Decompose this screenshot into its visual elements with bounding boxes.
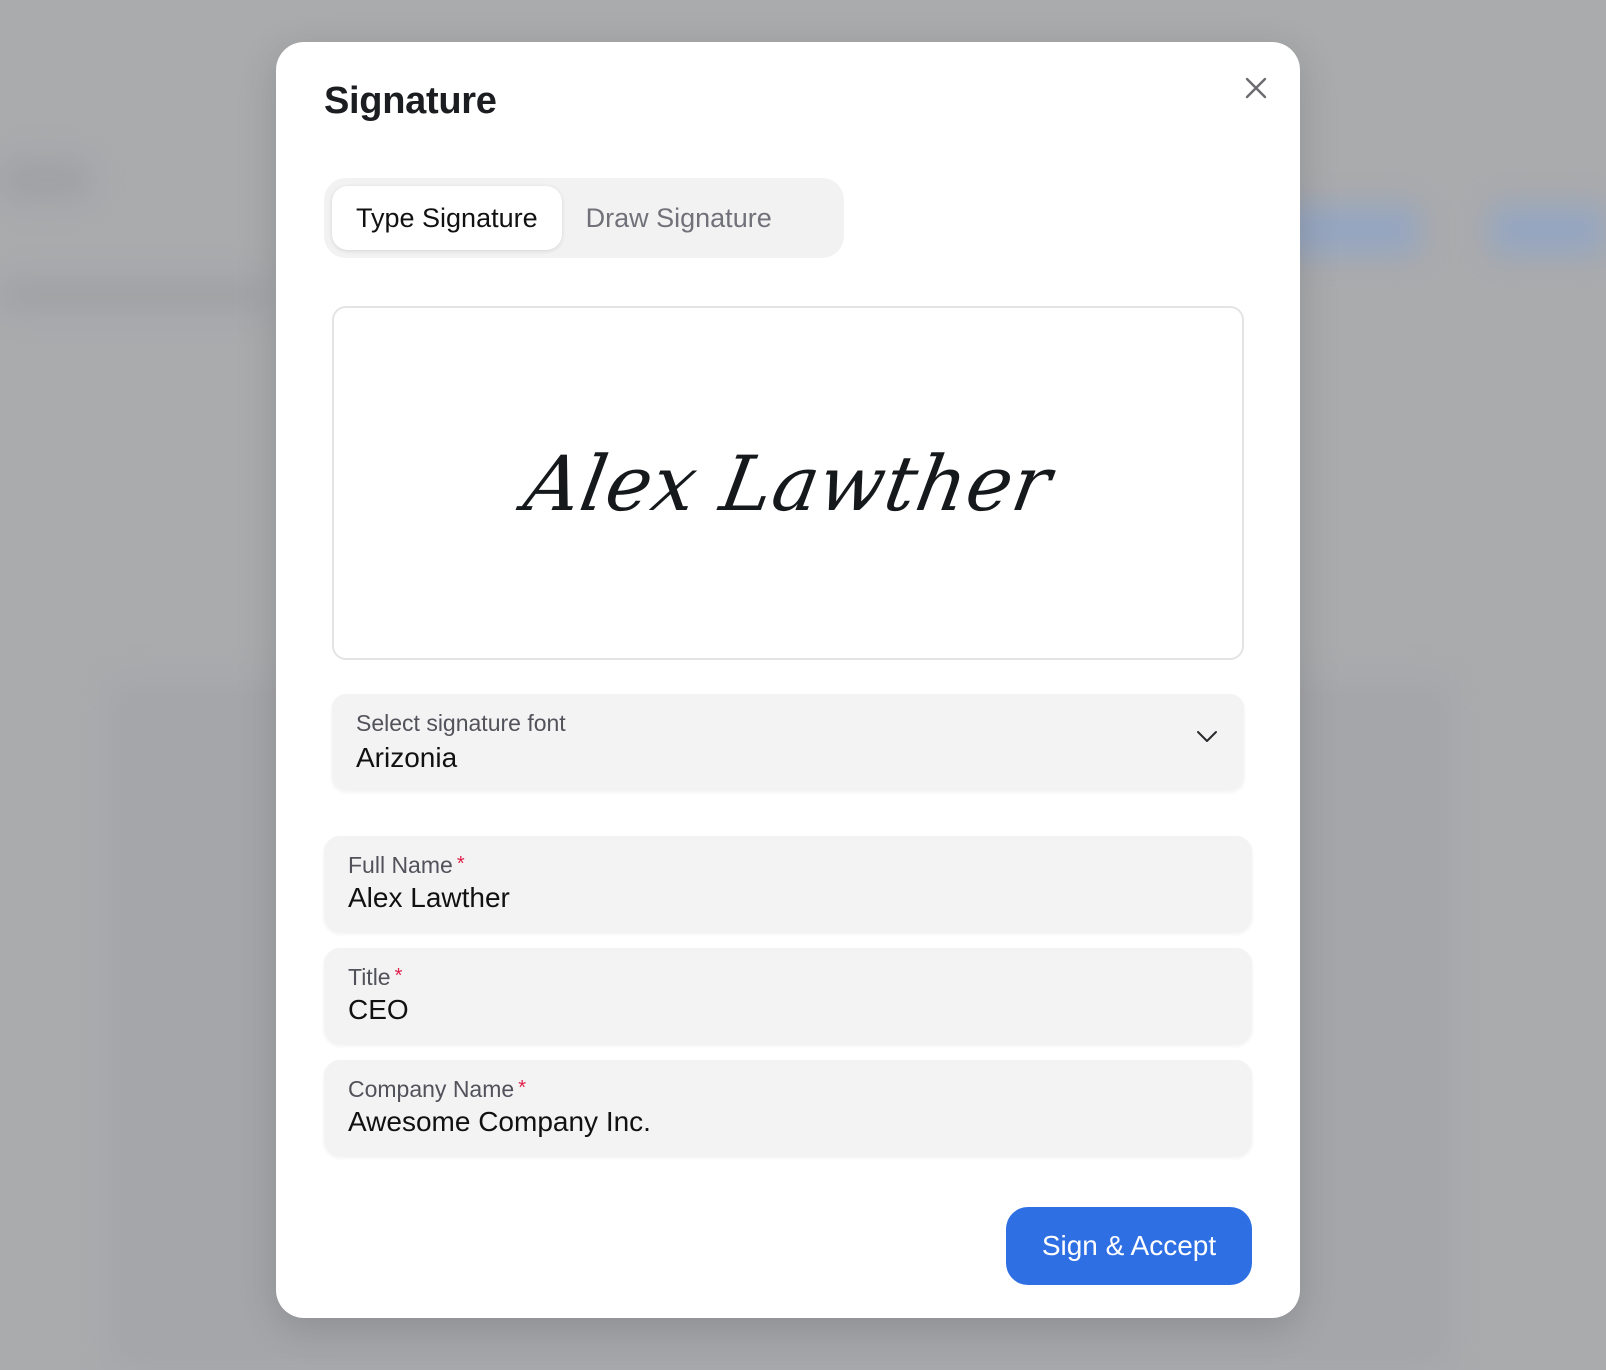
close-button[interactable] <box>1236 68 1276 108</box>
signature-preview-text: Alex Lawther <box>517 438 1059 528</box>
chevron-down-icon <box>1197 731 1217 742</box>
title-label: Title * <box>348 964 402 991</box>
required-marker: * <box>456 853 465 875</box>
tab-type-signature[interactable]: Type Signature <box>332 186 562 250</box>
title-field: Title * <box>324 948 1252 1044</box>
signature-font-select[interactable]: Select signature font Arizonia <box>332 694 1244 790</box>
full-name-field: Full Name * <box>324 836 1252 932</box>
full-name-input[interactable] <box>348 880 1208 916</box>
required-marker: * <box>518 1077 526 1099</box>
signature-font-value: Arizonia <box>356 742 458 773</box>
required-marker: * <box>394 965 403 987</box>
signature-modal: Signature Type Signature Draw Signature … <box>276 42 1300 1318</box>
signature-font-label: Select signature font <box>356 710 566 736</box>
full-name-label-text: Full Name <box>348 852 453 878</box>
title-label-text: Title <box>348 964 391 990</box>
close-icon <box>1245 77 1267 99</box>
company-name-label: Company Name * <box>348 1076 526 1103</box>
tab-draw-signature[interactable]: Draw Signature <box>562 186 796 250</box>
sign-and-accept-button[interactable]: Sign & Accept <box>1006 1207 1252 1285</box>
title-input[interactable] <box>348 992 1208 1028</box>
modal-title: Signature <box>324 80 497 122</box>
company-name-label-text: Company Name <box>348 1076 515 1102</box>
company-name-field: Company Name * <box>324 1060 1252 1156</box>
signature-mode-tabs: Type Signature Draw Signature <box>324 178 844 258</box>
signature-preview: Alex Lawther <box>332 306 1244 660</box>
full-name-label: Full Name * <box>348 852 465 879</box>
company-name-input[interactable] <box>348 1104 1208 1140</box>
